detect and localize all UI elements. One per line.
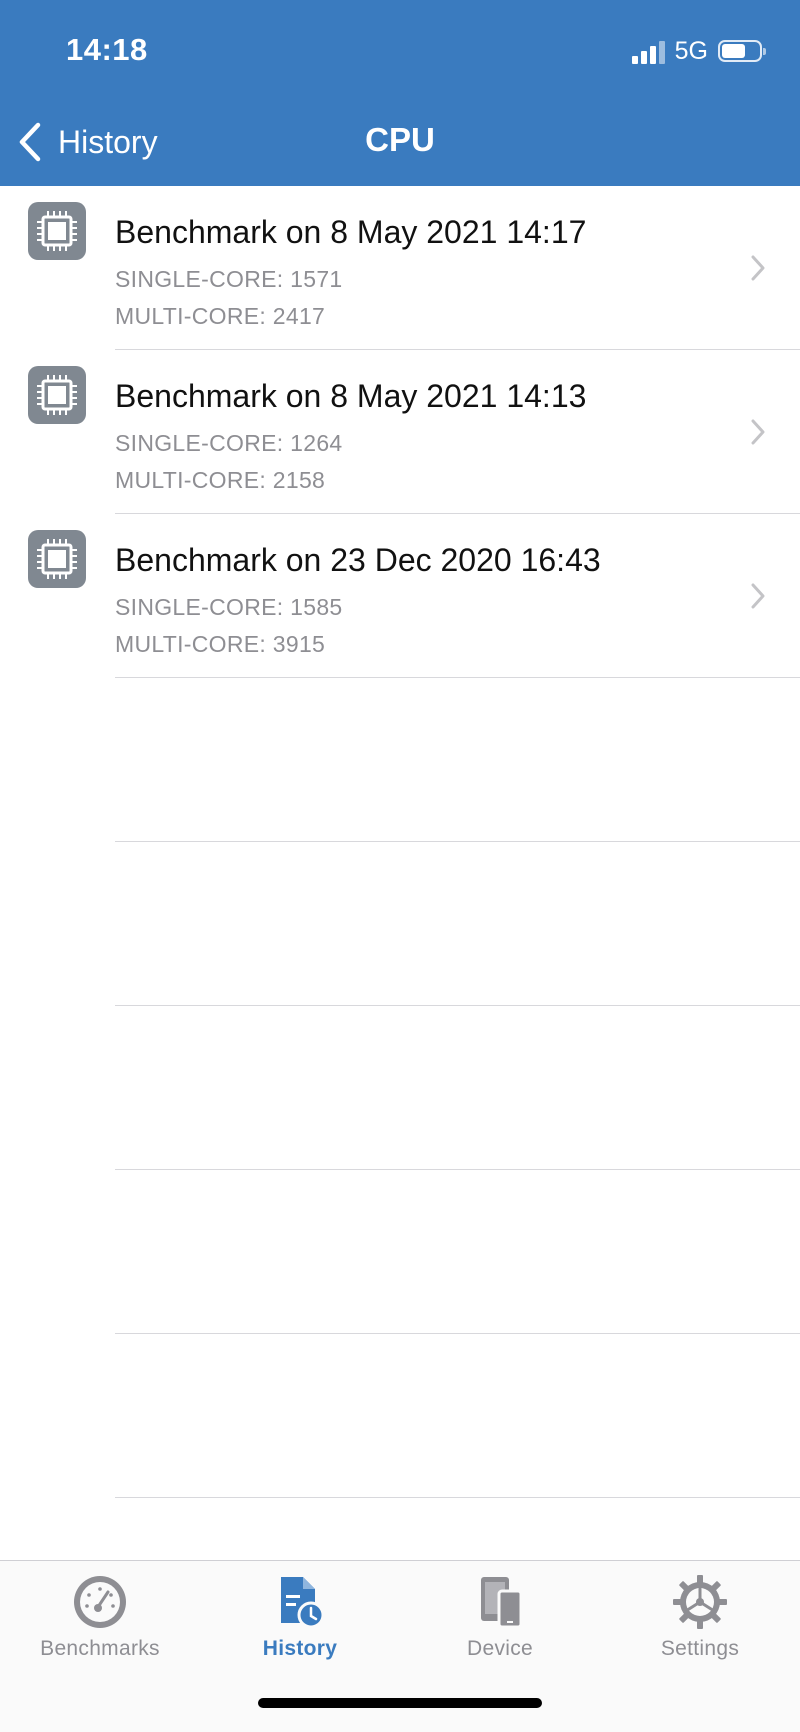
list-item[interactable]: Benchmark on 8 May 2021 14:13 SINGLE-COR… bbox=[0, 350, 800, 514]
home-indicator bbox=[258, 1698, 542, 1708]
empty-row bbox=[0, 1006, 800, 1170]
single-core-score: SINGLE-CORE: 1264 bbox=[115, 430, 343, 456]
tab-benchmarks[interactable]: Benchmarks bbox=[0, 1573, 200, 1661]
list-item[interactable]: Benchmark on 8 May 2021 14:17 SINGLE-COR… bbox=[0, 186, 800, 350]
cpu-chip-icon bbox=[28, 530, 86, 588]
row-divider bbox=[115, 1497, 800, 1498]
tab-label: History bbox=[262, 1637, 338, 1660]
gear-icon bbox=[673, 1575, 727, 1629]
network-type: 5G bbox=[674, 36, 708, 65]
benchmark-title: Benchmark on 8 May 2021 14:13 bbox=[115, 378, 587, 414]
list-item[interactable]: Benchmark on 23 Dec 2020 16:43 SINGLE-CO… bbox=[0, 514, 800, 678]
cpu-chip-icon bbox=[28, 366, 86, 424]
empty-row bbox=[0, 1334, 800, 1498]
gauge-icon bbox=[74, 1576, 126, 1628]
cpu-chip-icon bbox=[28, 202, 86, 260]
empty-row bbox=[0, 842, 800, 1006]
empty-row bbox=[0, 1170, 800, 1334]
tab-label: Device bbox=[467, 1637, 533, 1660]
status-indicators: 5G bbox=[631, 34, 766, 68]
single-core-score: SINGLE-CORE: 1585 bbox=[115, 594, 343, 620]
multi-core-score: MULTI-CORE: 2417 bbox=[115, 303, 326, 329]
benchmark-history-list: Benchmark on 8 May 2021 14:17 SINGLE-COR… bbox=[0, 186, 800, 1498]
benchmark-title: Benchmark on 8 May 2021 14:17 bbox=[115, 214, 587, 250]
device-icon bbox=[481, 1577, 523, 1629]
navigation-header: 14:18 5G History CPU bbox=[0, 0, 800, 186]
page-title: CPU bbox=[365, 121, 435, 158]
status-time: 14:18 bbox=[66, 32, 148, 67]
multi-core-score: MULTI-CORE: 3915 bbox=[115, 631, 326, 657]
tab-device[interactable]: Device bbox=[400, 1573, 600, 1661]
tab-label: Benchmarks bbox=[40, 1637, 160, 1660]
tab-history[interactable]: History bbox=[200, 1573, 400, 1661]
single-core-score: SINGLE-CORE: 1571 bbox=[115, 266, 343, 292]
empty-row bbox=[0, 678, 800, 842]
signal-icon bbox=[631, 38, 665, 64]
benchmark-title: Benchmark on 23 Dec 2020 16:43 bbox=[115, 542, 601, 578]
battery-icon bbox=[718, 40, 766, 62]
history-document-icon bbox=[281, 1577, 325, 1629]
tab-settings[interactable]: Settings bbox=[600, 1573, 800, 1661]
tab-label: Settings bbox=[660, 1637, 740, 1660]
multi-core-score: MULTI-CORE: 2158 bbox=[115, 467, 326, 493]
chevron-right-icon bbox=[751, 583, 765, 609]
chevron-right-icon bbox=[751, 419, 765, 445]
chevron-right-icon bbox=[751, 255, 765, 281]
